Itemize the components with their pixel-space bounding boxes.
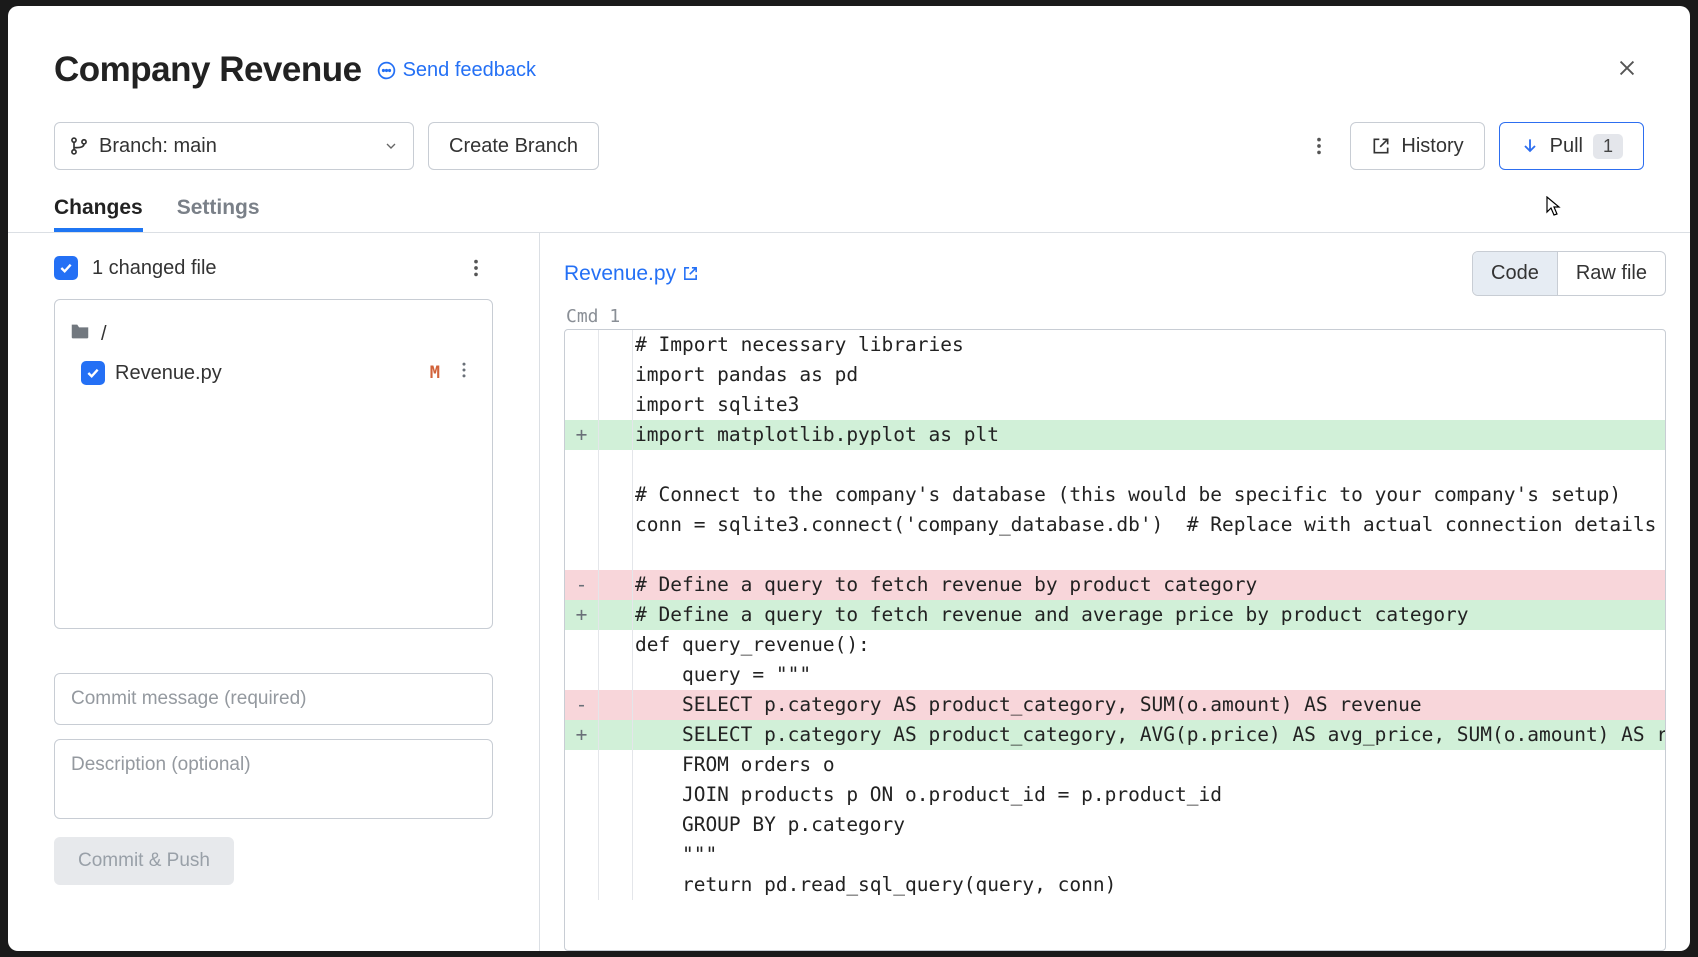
diff-line: # Import necessary libraries <box>565 330 1665 360</box>
branch-select[interactable]: Branch: main <box>54 122 414 170</box>
view-toggle: Code Raw file <box>1472 251 1666 296</box>
tabs: Changes Settings <box>8 170 1690 233</box>
tree-root[interactable]: / <box>67 314 480 354</box>
sidebar-more-button[interactable] <box>459 251 493 285</box>
branch-icon <box>69 136 89 156</box>
header: Company Revenue Send feedback <box>8 6 1690 90</box>
pull-button[interactable]: Pull 1 <box>1499 122 1644 170</box>
branch-label: Branch: main <box>99 135 217 158</box>
file-checkbox[interactable] <box>81 361 105 385</box>
chat-icon <box>376 60 397 81</box>
check-icon <box>85 365 101 381</box>
commit-area: Commit & Push <box>54 673 493 885</box>
changed-files-label: 1 changed file <box>92 257 217 280</box>
diff-line: + import matplotlib.pyplot as plt <box>565 420 1665 450</box>
diff-line: def query_revenue(): <box>565 630 1665 660</box>
file-more-button[interactable] <box>450 360 478 386</box>
close-icon <box>1616 57 1638 79</box>
file-link-label: Revenue.py <box>564 262 676 286</box>
modal: Company Revenue Send feedback Branch: ma… <box>8 6 1690 951</box>
diff-line <box>565 540 1665 570</box>
commit-push-button[interactable]: Commit & Push <box>54 837 234 885</box>
dots-vertical-icon <box>465 257 487 279</box>
diff-line: - SELECT p.category AS product_category,… <box>565 690 1665 720</box>
diff-line: conn = sqlite3.connect('company_database… <box>565 510 1665 540</box>
chevron-down-icon <box>383 138 399 154</box>
body: 1 changed file / Revenue.py M <box>8 233 1690 951</box>
diff-line: # Connect to the company's database (thi… <box>565 480 1665 510</box>
send-feedback-label: Send feedback <box>403 59 536 82</box>
diff-line: GROUP BY p.category <box>565 810 1665 840</box>
check-icon <box>58 260 74 276</box>
more-menu-button[interactable] <box>1302 129 1336 163</box>
pull-count-badge: 1 <box>1593 134 1623 159</box>
diff-line: return pd.read_sql_query(query, conn) <box>565 870 1665 900</box>
file-tree: / Revenue.py M <box>54 299 493 629</box>
sidebar: 1 changed file / Revenue.py M <box>8 233 540 951</box>
diff-view[interactable]: # Import necessary libraries import pand… <box>564 329 1666 951</box>
create-branch-button[interactable]: Create Branch <box>428 122 599 170</box>
history-label: History <box>1401 135 1463 158</box>
changed-files-row: 1 changed file <box>54 251 493 285</box>
commit-message-input[interactable] <box>54 673 493 725</box>
send-feedback-link[interactable]: Send feedback <box>376 59 536 82</box>
tree-file-label: Revenue.py <box>115 362 222 385</box>
commit-description-input[interactable] <box>54 739 493 819</box>
diff-line: import sqlite3 <box>565 390 1665 420</box>
dots-vertical-icon <box>1308 135 1330 157</box>
diff-line: + # Define a query to fetch revenue and … <box>565 600 1665 630</box>
view-raw-toggle[interactable]: Raw file <box>1557 252 1665 295</box>
diff-line: - # Define a query to fetch revenue by p… <box>565 570 1665 600</box>
folder-icon <box>69 320 91 348</box>
close-button[interactable] <box>1610 51 1644 85</box>
external-link-icon <box>1371 136 1391 156</box>
tree-file[interactable]: Revenue.py M <box>67 354 480 392</box>
content: Revenue.py Code Raw file Cmd 1 # Import … <box>540 233 1690 951</box>
tab-settings[interactable]: Settings <box>177 196 260 232</box>
external-link-icon <box>682 265 699 282</box>
pull-arrow-icon <box>1520 136 1540 156</box>
dots-vertical-icon <box>454 360 474 380</box>
diff-line <box>565 450 1665 480</box>
file-header: Revenue.py Code Raw file <box>564 251 1666 296</box>
history-button[interactable]: History <box>1350 122 1484 170</box>
select-all-checkbox[interactable] <box>54 256 78 280</box>
diff-line: JOIN products p ON o.product_id = p.prod… <box>565 780 1665 810</box>
file-status-badge: M <box>430 363 440 383</box>
toolbar: Branch: main Create Branch History Pull … <box>8 90 1690 170</box>
cmd-label: Cmd 1 <box>564 306 1666 327</box>
page-title: Company Revenue <box>54 50 362 90</box>
diff-line: """ <box>565 840 1665 870</box>
tab-changes[interactable]: Changes <box>54 196 143 232</box>
diff-line: FROM orders o <box>565 750 1665 780</box>
file-link[interactable]: Revenue.py <box>564 262 699 286</box>
pull-label: Pull <box>1550 135 1583 158</box>
tree-root-label: / <box>101 323 107 346</box>
diff-line: import pandas as pd <box>565 360 1665 390</box>
diff-line: + SELECT p.category AS product_category,… <box>565 720 1665 750</box>
view-code-toggle[interactable]: Code <box>1473 252 1557 295</box>
diff-line: query = """ <box>565 660 1665 690</box>
